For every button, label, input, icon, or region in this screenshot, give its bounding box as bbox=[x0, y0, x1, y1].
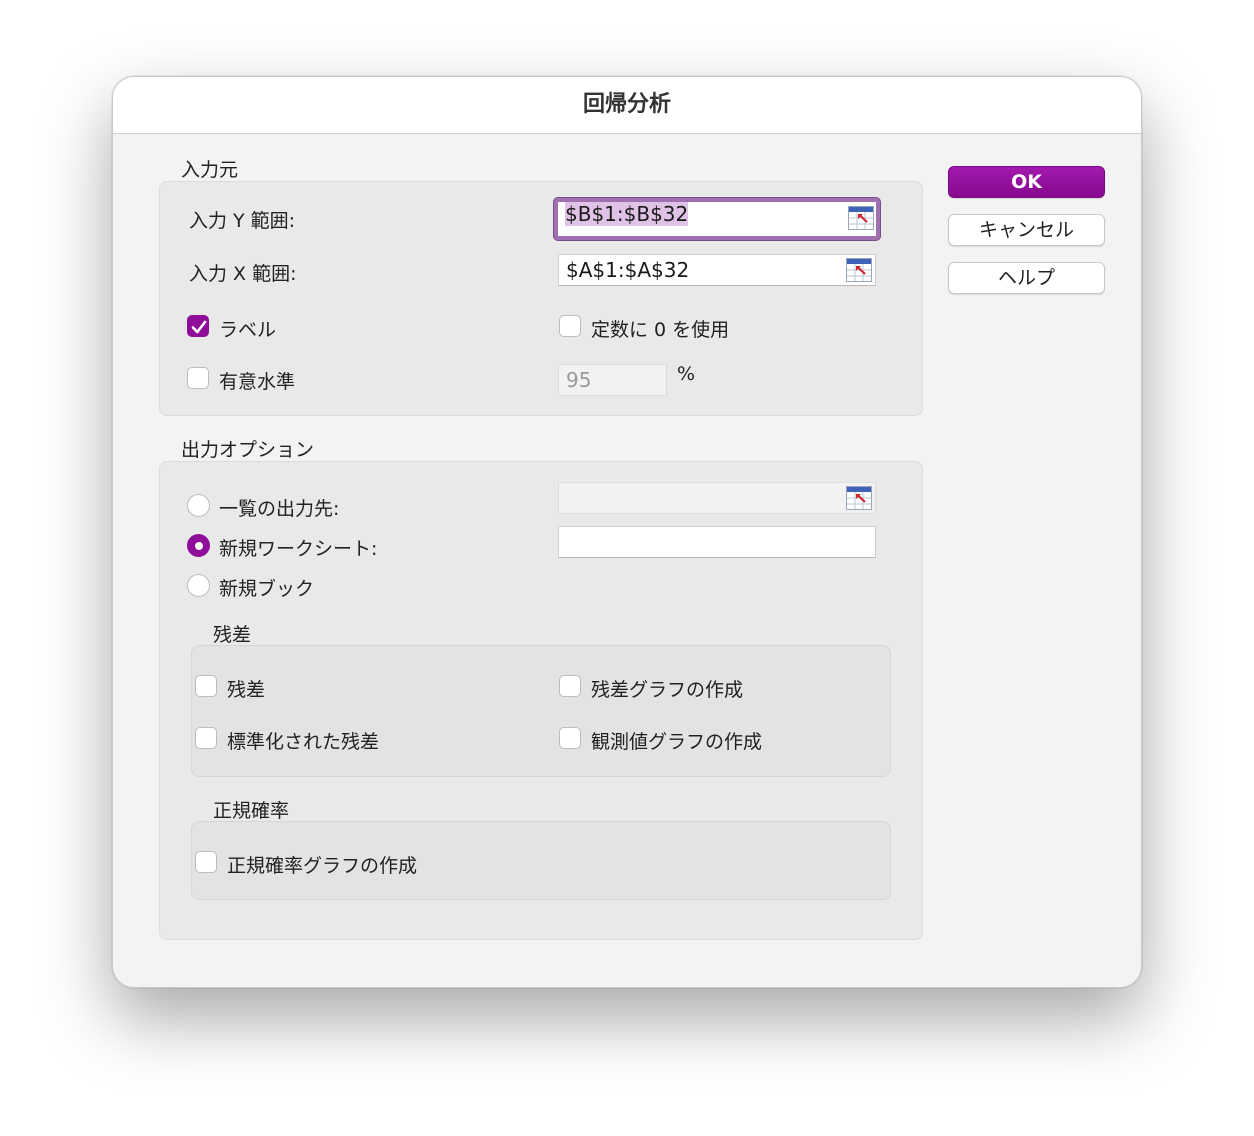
y-range-label: 入力 Y 範囲: bbox=[189, 210, 296, 232]
confidence-level-input[interactable]: 95 bbox=[558, 364, 667, 396]
collapse-dialog-icon[interactable] bbox=[846, 486, 872, 510]
normal-probability-plots-checkbox[interactable] bbox=[195, 851, 217, 873]
residuals-section-label: 残差 bbox=[213, 624, 252, 646]
x-range-value: $A$1:$A$32 bbox=[566, 258, 690, 282]
percent-sign: % bbox=[677, 363, 696, 385]
residual-plots-checkbox[interactable] bbox=[559, 675, 581, 697]
ok-button[interactable]: OK bbox=[948, 166, 1105, 198]
confidence-level-checkbox[interactable] bbox=[187, 367, 209, 389]
labels-label: ラベル bbox=[219, 319, 277, 341]
new-sheet-name-input[interactable] bbox=[558, 526, 876, 558]
line-fit-plots-checkbox[interactable] bbox=[559, 727, 581, 749]
collapse-dialog-icon[interactable] bbox=[848, 206, 874, 230]
new-sheet-radio[interactable] bbox=[187, 534, 210, 557]
constant-zero-checkbox[interactable] bbox=[559, 315, 581, 337]
normal-probability-section-label: 正規確率 bbox=[213, 800, 290, 822]
standardized-residuals-checkbox[interactable] bbox=[195, 727, 217, 749]
residuals-checkbox[interactable] bbox=[195, 675, 217, 697]
new-workbook-radio[interactable] bbox=[187, 574, 210, 597]
checkmark-icon bbox=[191, 320, 207, 334]
dialog-title: 回帰分析 bbox=[113, 77, 1141, 134]
regression-dialog: 回帰分析 入力元 入力 Y 範囲: $B$1:$B$32 入力 X 範囲: $A… bbox=[112, 76, 1142, 988]
output-section-label: 出力オプション bbox=[181, 439, 315, 461]
residuals-label: 残差 bbox=[227, 679, 266, 701]
residuals-group bbox=[191, 645, 891, 777]
output-range-input[interactable] bbox=[558, 482, 876, 514]
x-range-label: 入力 X 範囲: bbox=[189, 263, 297, 285]
line-fit-plots-label: 観測値グラフの作成 bbox=[591, 731, 763, 753]
output-range-label: 一覧の出力先: bbox=[219, 498, 340, 520]
cancel-button[interactable]: キャンセル bbox=[948, 214, 1105, 246]
confidence-level-value: 95 bbox=[566, 368, 592, 392]
confidence-level-label: 有意水準 bbox=[219, 371, 296, 393]
new-workbook-label: 新規ブック bbox=[219, 578, 315, 600]
y-range-value: $B$1:$B$32 bbox=[565, 202, 689, 226]
constant-zero-label: 定数に 0 を使用 bbox=[591, 319, 730, 341]
new-sheet-label: 新規ワークシート: bbox=[219, 538, 378, 560]
x-range-input[interactable]: $A$1:$A$32 bbox=[558, 254, 876, 286]
output-range-radio[interactable] bbox=[187, 494, 210, 517]
y-range-input[interactable]: $B$1:$B$32 bbox=[554, 198, 880, 240]
input-section-label: 入力元 bbox=[181, 159, 239, 181]
labels-checkbox[interactable] bbox=[187, 315, 209, 337]
standardized-residuals-label: 標準化された残差 bbox=[227, 731, 380, 753]
help-button[interactable]: ヘルプ bbox=[948, 262, 1105, 294]
residual-plots-label: 残差グラフの作成 bbox=[591, 679, 744, 701]
collapse-dialog-icon[interactable] bbox=[846, 258, 872, 282]
normal-probability-plots-label: 正規確率グラフの作成 bbox=[227, 855, 418, 877]
